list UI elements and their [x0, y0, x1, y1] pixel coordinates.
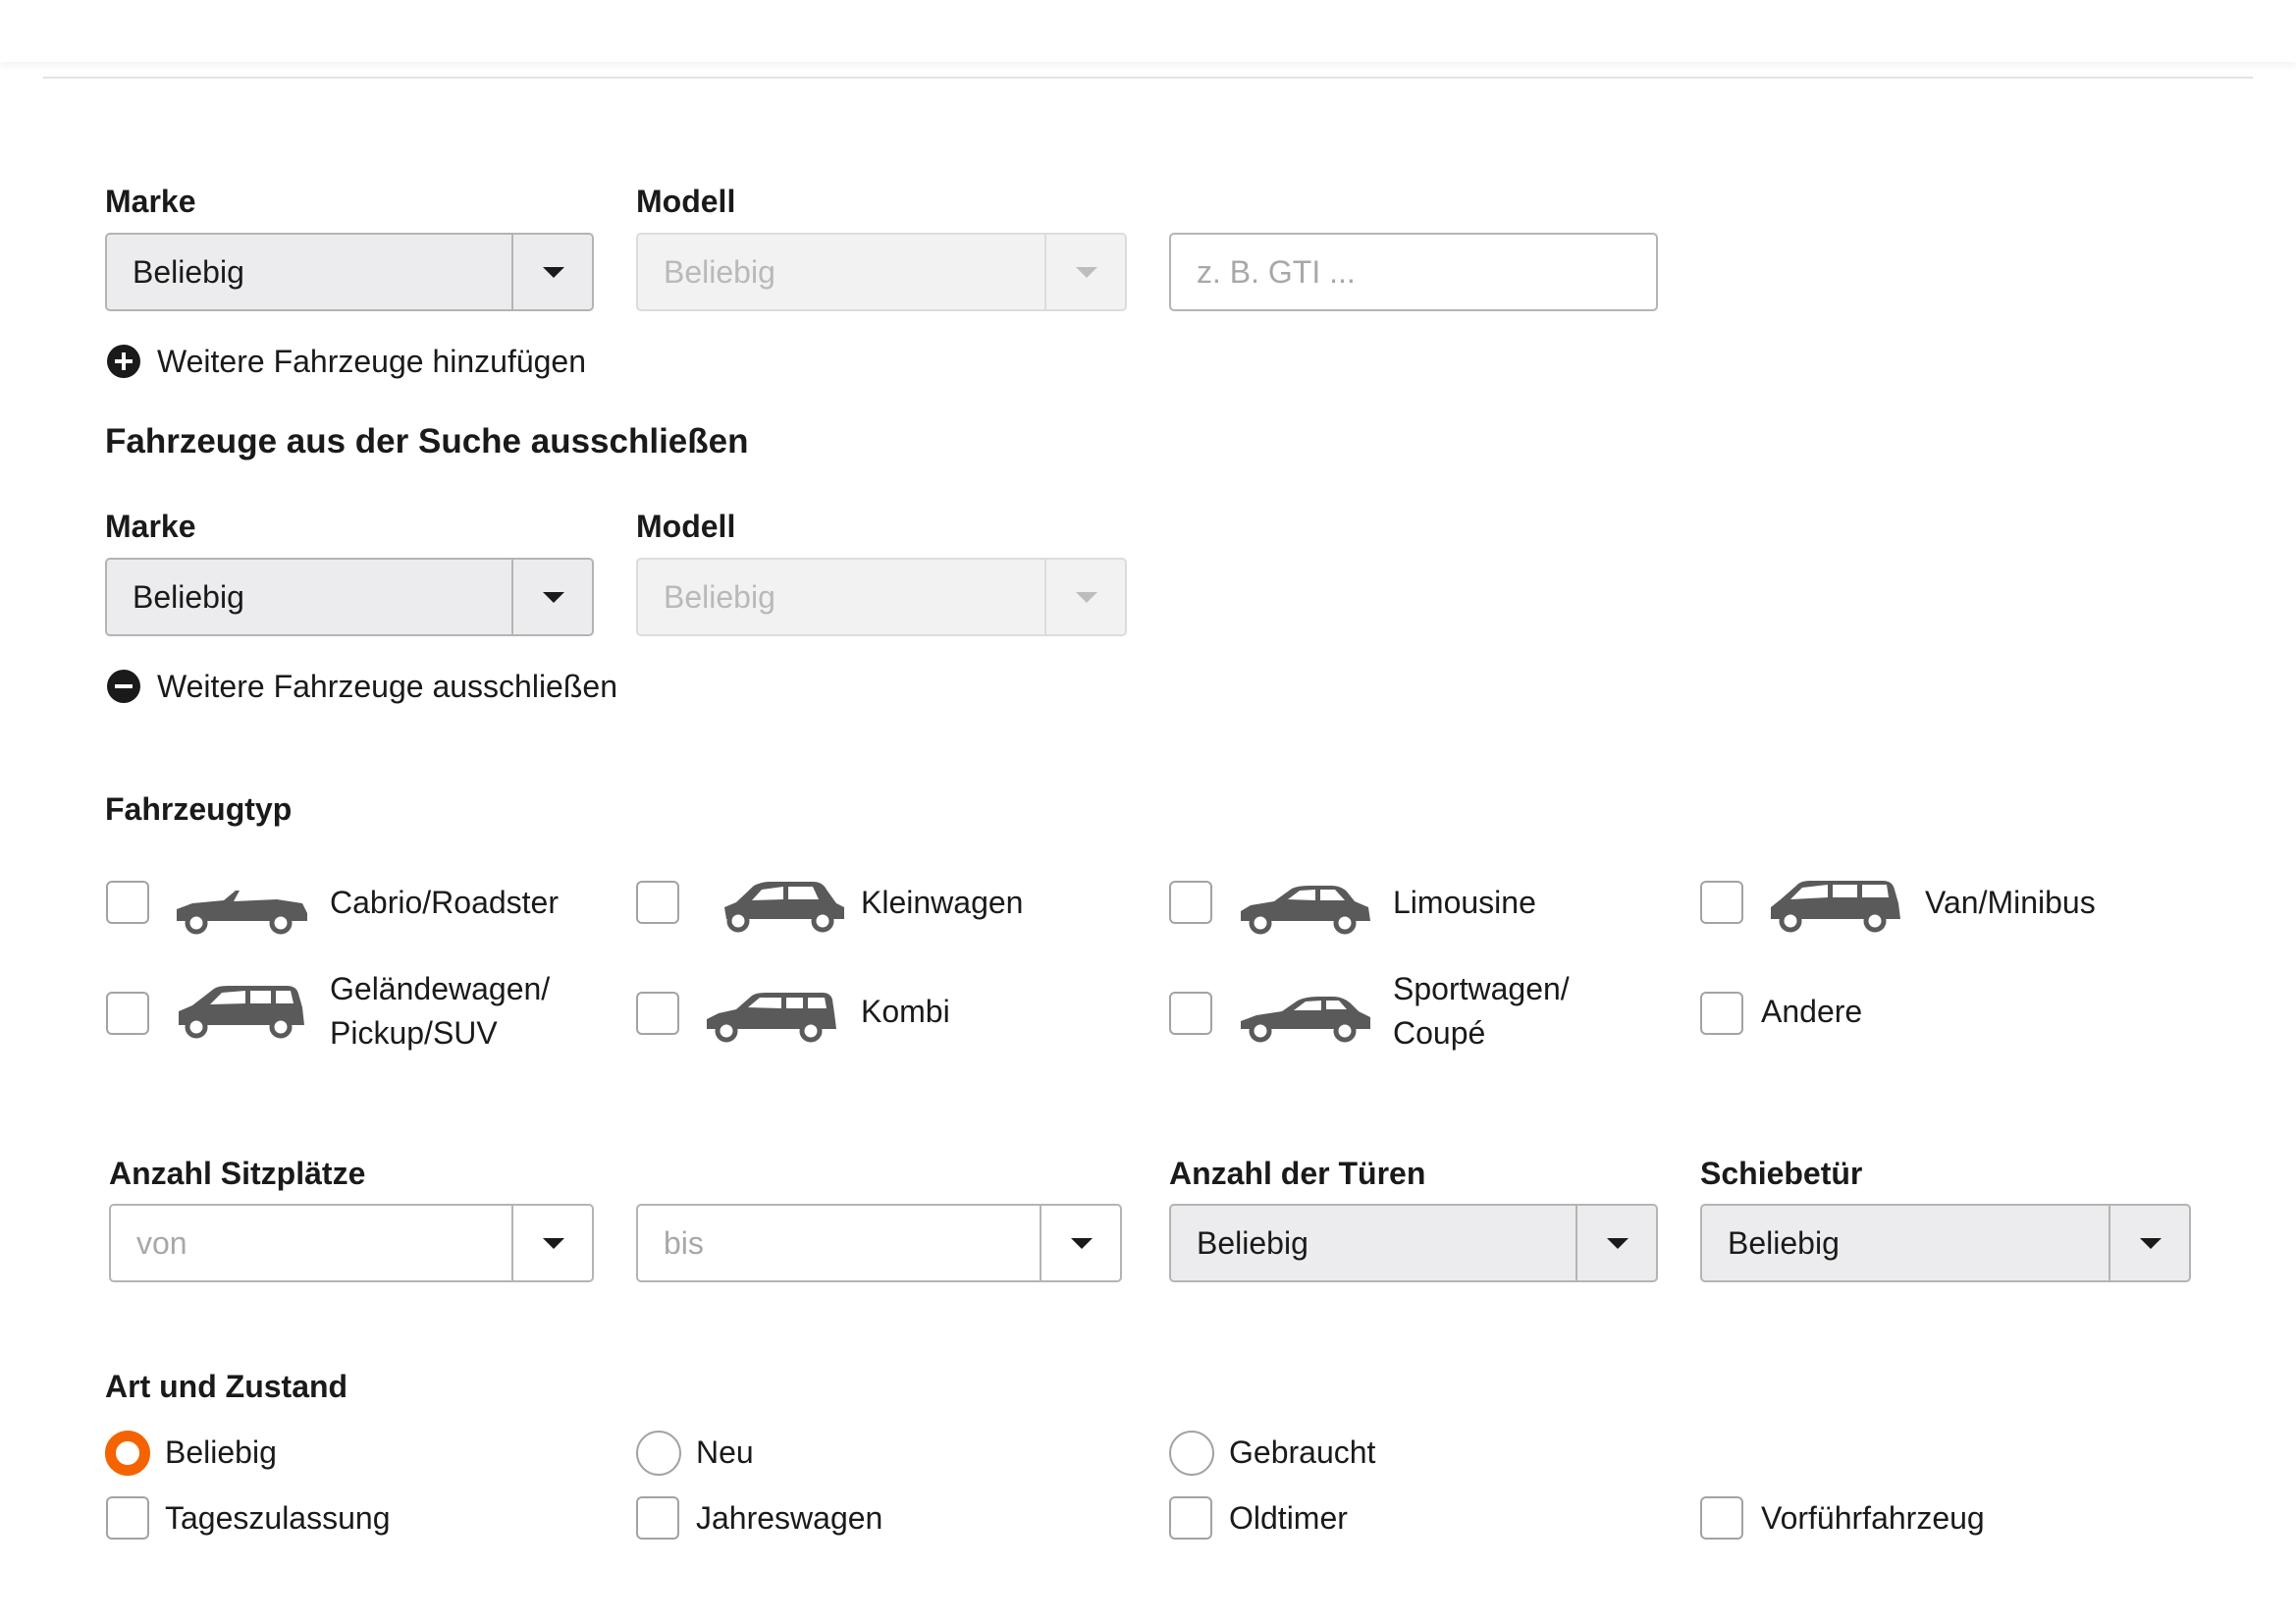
condition-title: Art und Zustand — [105, 1369, 348, 1404]
checkbox-tageszulassung[interactable] — [106, 1496, 149, 1540]
label-suv-line2: Pickup/SUV — [330, 1015, 498, 1051]
checkbox-andere[interactable] — [1700, 992, 1743, 1035]
make-select[interactable]: Beliebig — [105, 233, 594, 311]
model-variant-input[interactable] — [1169, 233, 1658, 311]
estate-car-icon — [703, 988, 840, 1043]
checkbox-van[interactable] — [1700, 881, 1743, 924]
add-vehicles-label: Weitere Fahrzeuge hinzufügen — [157, 343, 587, 379]
doors-select[interactable]: Beliebig — [1169, 1204, 1658, 1282]
label-suv: Geländewagen/ Pickup/SUV — [330, 967, 550, 1056]
sports-car-icon — [1237, 988, 1374, 1043]
label-cabrio: Cabrio/Roadster — [330, 885, 559, 920]
seats-from-select[interactable]: von — [109, 1204, 594, 1282]
sedan-icon — [1237, 880, 1374, 935]
minus-circle-icon — [107, 670, 140, 703]
label-vorfuehrfahrzeug: Vorführfahrzeug — [1761, 1500, 1985, 1536]
checkbox-suv[interactable] — [106, 992, 149, 1035]
sliding-door-select[interactable]: Beliebig — [1700, 1204, 2191, 1282]
exclude-model-select: Beliebig — [636, 558, 1127, 636]
seats-to-value: bis — [664, 1225, 704, 1261]
plus-circle-icon — [107, 345, 140, 378]
checkbox-jahreswagen[interactable] — [636, 1496, 679, 1540]
radio-gebraucht[interactable] — [1169, 1431, 1214, 1476]
exclude-make-value: Beliebig — [133, 579, 244, 615]
exclude-more-label: Weitere Fahrzeuge ausschließen — [157, 668, 617, 704]
chevron-down-icon[interactable] — [511, 235, 592, 309]
add-vehicles-link[interactable]: Weitere Fahrzeuge hinzufügen — [107, 342, 586, 381]
cabrio-icon — [173, 880, 310, 935]
chevron-down-icon[interactable] — [2109, 1206, 2189, 1280]
checkbox-kleinwagen[interactable] — [636, 881, 679, 924]
doors-label: Anzahl der Türen — [1169, 1156, 1426, 1191]
label-limousine: Limousine — [1393, 885, 1536, 920]
label-kombi: Kombi — [861, 994, 950, 1029]
checkbox-limousine[interactable] — [1169, 881, 1212, 924]
sliding-door-label: Schiebetür — [1700, 1156, 1863, 1191]
label-sportwagen: Sportwagen/ Coupé — [1393, 967, 1570, 1056]
label-suv-line1: Geländewagen/ — [330, 971, 551, 1006]
label-jahreswagen: Jahreswagen — [696, 1500, 883, 1536]
make-select-value: Beliebig — [133, 254, 244, 290]
model-label: Modell — [636, 184, 736, 219]
chevron-down-icon[interactable] — [511, 1206, 592, 1280]
radio-gebraucht-label: Gebraucht — [1229, 1435, 1376, 1470]
doors-value: Beliebig — [1197, 1225, 1308, 1261]
chevron-down-icon[interactable] — [1575, 1206, 1656, 1280]
exclude-make-label: Marke — [105, 509, 196, 544]
radio-neu-label: Neu — [696, 1435, 754, 1470]
top-bar — [0, 0, 2296, 62]
exclude-model-value: Beliebig — [664, 579, 775, 615]
radio-beliebig[interactable] — [105, 1431, 150, 1476]
seats-from-value: von — [136, 1225, 187, 1261]
chevron-down-icon — [1044, 560, 1125, 634]
checkbox-kombi[interactable] — [636, 992, 679, 1035]
divider — [43, 77, 2253, 79]
suv-icon — [173, 984, 310, 1039]
chevron-down-icon[interactable] — [1040, 1206, 1120, 1280]
checkbox-sportwagen[interactable] — [1169, 992, 1212, 1035]
exclude-more-link[interactable]: Weitere Fahrzeuge ausschließen — [107, 667, 617, 706]
radio-neu[interactable] — [636, 1431, 681, 1476]
model-select-value: Beliebig — [664, 254, 775, 290]
checkbox-oldtimer[interactable] — [1169, 1496, 1212, 1540]
exclude-section-title: Fahrzeuge aus der Suche ausschließen — [105, 422, 749, 460]
chevron-down-icon[interactable] — [511, 560, 592, 634]
label-oldtimer: Oldtimer — [1229, 1500, 1348, 1536]
label-sportwagen-line2: Coupé — [1393, 1015, 1486, 1051]
checkbox-vorfuehrfahrzeug[interactable] — [1700, 1496, 1743, 1540]
sliding-door-value: Beliebig — [1728, 1225, 1840, 1261]
small-car-icon — [715, 878, 852, 933]
label-sportwagen-line1: Sportwagen/ — [1393, 971, 1570, 1006]
vehicle-type-title: Fahrzeugtyp — [105, 791, 293, 827]
make-label: Marke — [105, 184, 196, 219]
chevron-down-icon — [1044, 235, 1125, 309]
seats-label: Anzahl Sitzplätze — [109, 1156, 366, 1191]
model-select: Beliebig — [636, 233, 1127, 311]
label-kleinwagen: Kleinwagen — [861, 885, 1024, 920]
checkbox-cabrio[interactable] — [106, 881, 149, 924]
radio-beliebig-label: Beliebig — [165, 1435, 277, 1470]
label-tageszulassung: Tageszulassung — [165, 1500, 391, 1536]
exclude-make-select[interactable]: Beliebig — [105, 558, 594, 636]
van-icon — [1767, 878, 1904, 933]
seats-to-select[interactable]: bis — [636, 1204, 1122, 1282]
exclude-model-label: Modell — [636, 509, 736, 544]
label-andere: Andere — [1761, 994, 1863, 1029]
label-van: Van/Minibus — [1925, 885, 2096, 920]
